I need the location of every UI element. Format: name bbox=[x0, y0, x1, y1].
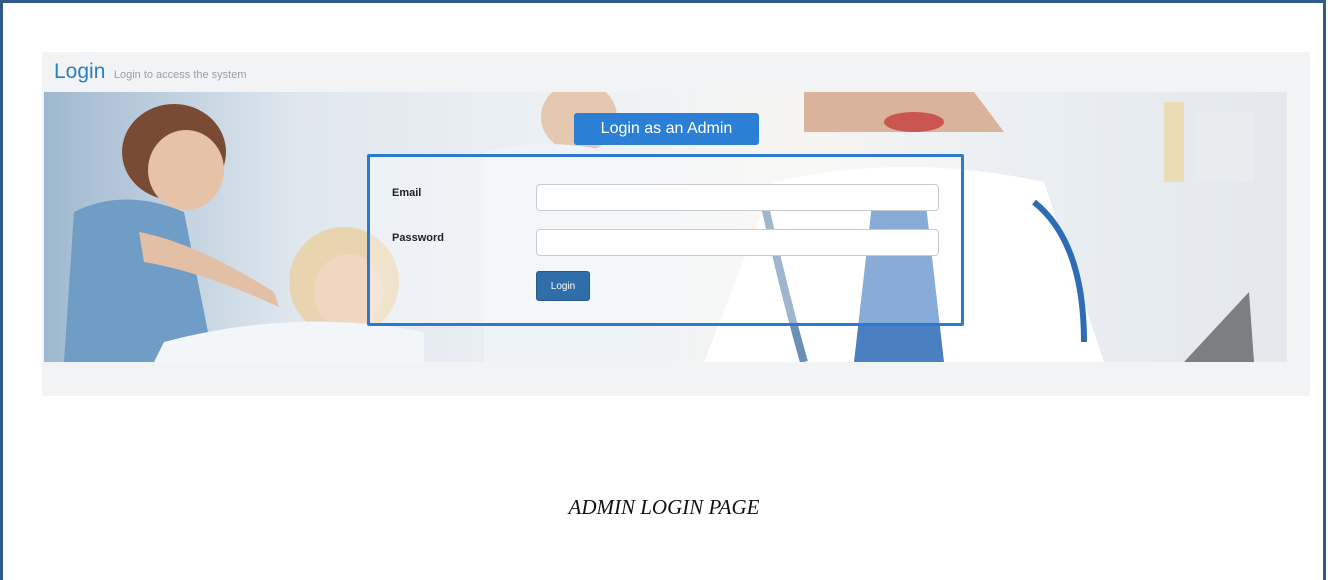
figure-caption: ADMIN LOGIN PAGE bbox=[568, 495, 760, 519]
page-heading: Login Login to access the system bbox=[54, 60, 247, 84]
page-subtitle: Login to access the system bbox=[113, 69, 247, 81]
email-field[interactable] bbox=[536, 184, 939, 211]
password-field[interactable] bbox=[536, 229, 939, 256]
email-label: Email bbox=[392, 187, 422, 199]
login-as-admin-button[interactable]: Login as an Admin bbox=[574, 113, 759, 145]
login-button[interactable]: Login bbox=[536, 271, 590, 301]
password-label: Password bbox=[392, 232, 444, 244]
page-title: Login bbox=[54, 60, 106, 83]
